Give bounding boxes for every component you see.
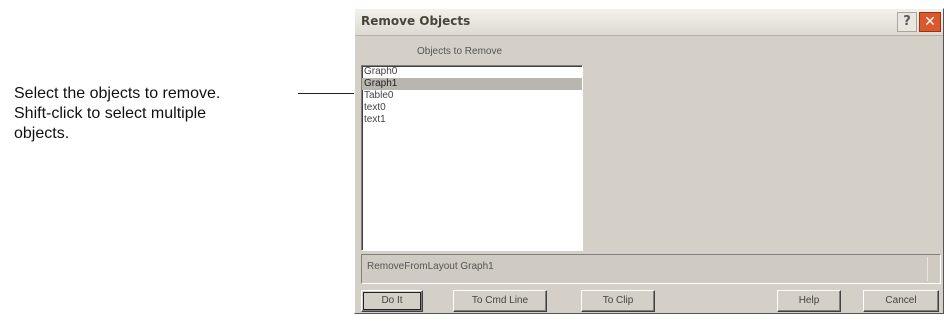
close-icon[interactable]: ✕ (919, 12, 941, 32)
annotation-line-1: Select the objects to remove. (14, 85, 221, 102)
command-scrollbar[interactable] (927, 257, 938, 281)
list-item[interactable]: text1 (362, 114, 582, 126)
annotation-line-3: objects. (14, 125, 70, 142)
to-cmd-line-button[interactable]: To Cmd Line (453, 290, 547, 312)
cancel-button[interactable]: Cancel (863, 290, 939, 312)
objects-listbox[interactable]: Graph0 Graph1 Table0 text0 text1 (361, 65, 583, 251)
list-item[interactable]: Graph0 (362, 66, 582, 78)
annotation-line-2: Shift-click to select multiple (14, 105, 207, 122)
list-item[interactable]: Table0 (362, 90, 582, 102)
objects-list-label: Objects to Remove (417, 46, 503, 57)
annotation-text: Select the objects to remove. Shift-clic… (14, 84, 314, 144)
command-text: RemoveFromLayout Graph1 (367, 261, 494, 272)
to-clip-button[interactable]: To Clip (581, 290, 655, 312)
annotation-leader-line (298, 93, 356, 94)
question-mark-icon[interactable]: ? (897, 12, 917, 32)
do-it-button[interactable]: Do It (361, 290, 423, 312)
help-button[interactable]: Help (777, 290, 841, 312)
list-item-selected[interactable]: Graph1 (362, 78, 582, 90)
remove-objects-dialog: Remove Objects ? ✕ Objects to Remove Gra… (354, 8, 944, 314)
list-item[interactable]: text0 (362, 102, 582, 114)
dialog-titlebar[interactable]: Remove Objects ? ✕ (355, 9, 943, 36)
dialog-title: Remove Objects (361, 14, 471, 28)
command-preview: RemoveFromLayout Graph1 (361, 254, 941, 284)
